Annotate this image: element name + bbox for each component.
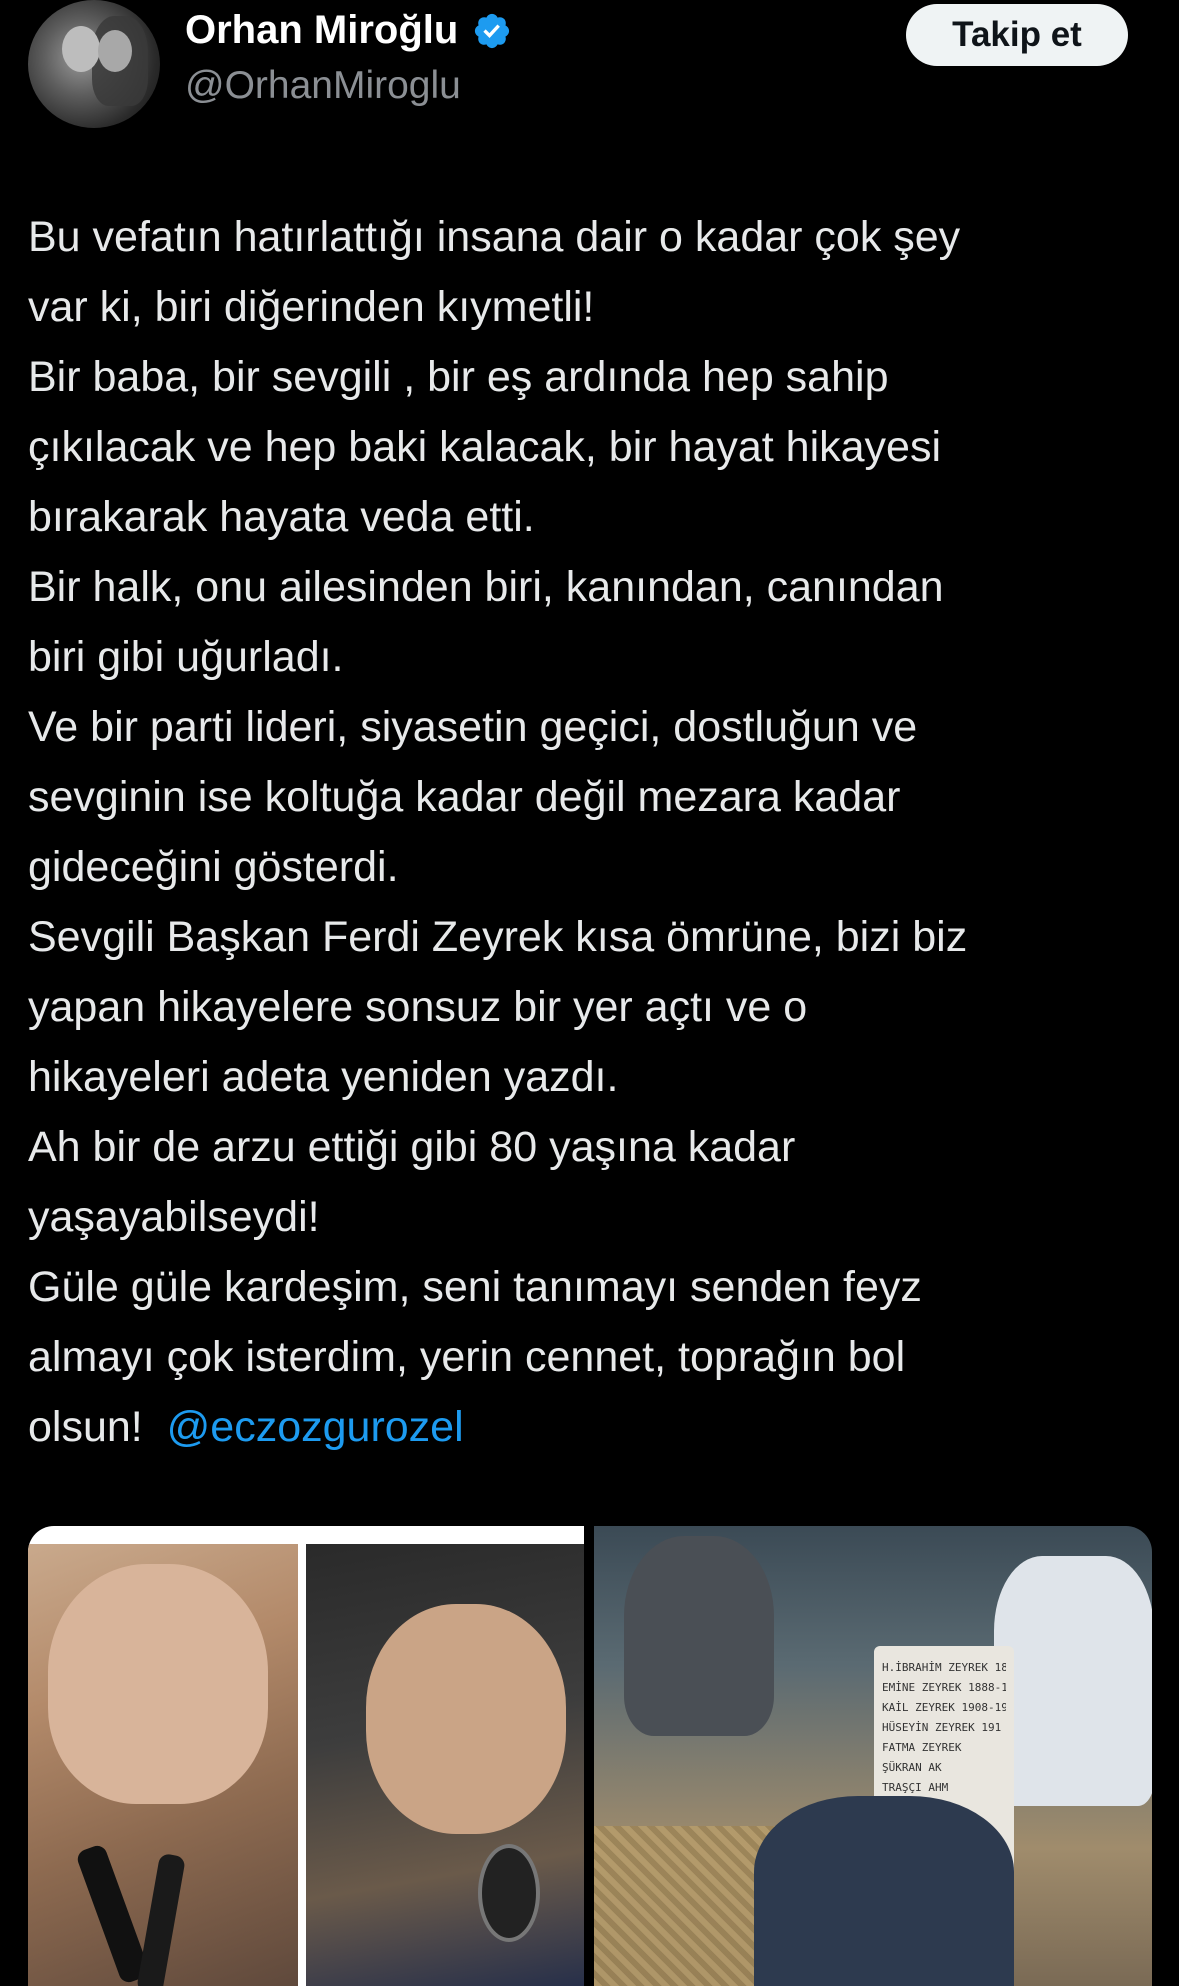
avatar[interactable] xyxy=(28,0,160,128)
tweet-line: sevginin ise koltuğa kadar değil mezara … xyxy=(28,773,901,821)
gravestone-line: EMİNE ZEYREK 1888-195 xyxy=(882,1681,1006,1694)
tweet-line: gideceğini gösterdi. xyxy=(28,843,399,891)
user-handle[interactable]: @OrhanMiroglu xyxy=(185,64,461,108)
tweet-header: Orhan Miroğlu @OrhanMiroglu Takip et xyxy=(0,0,1179,140)
microphone-shape xyxy=(136,1852,186,1986)
microphone-shape xyxy=(74,1843,152,1985)
photo-face xyxy=(48,1564,268,1804)
tweet-line: çıkılacak ve hep baki kalacak, bir hayat… xyxy=(28,423,942,471)
photo-person xyxy=(754,1796,1014,1986)
follow-button[interactable]: Takip et xyxy=(906,4,1128,66)
gravestone-line: KAİL ZEYREK 1908-195 xyxy=(882,1701,1006,1714)
photo-speaking-woman xyxy=(306,1544,584,1986)
tweet-line-last-text: olsun! xyxy=(28,1403,167,1451)
tweet-line: bırakarak hayata veda etti. xyxy=(28,493,535,541)
gravestone-line: FATMA ZEYREK xyxy=(882,1741,962,1754)
tweet-media[interactable]: H.İBRAHİM ZEYREK 1895-19 EMİNE ZEYREK 18… xyxy=(28,1526,1152,1986)
photo-face xyxy=(366,1604,566,1834)
tweet-line: Ve bir parti lideri, siyasetin geçici, d… xyxy=(28,703,918,751)
tweet-line: hikayeleri adeta yeniden yazdı. xyxy=(28,1053,619,1101)
photo-person xyxy=(624,1536,774,1736)
photo-person xyxy=(994,1556,1152,1806)
display-name[interactable]: Orhan Miroğlu xyxy=(185,8,512,53)
display-name-text[interactable]: Orhan Miroğlu xyxy=(185,8,458,53)
media-photo-left[interactable] xyxy=(28,1526,584,1986)
tweet-line: biri gibi uğurladı. xyxy=(28,633,344,681)
avatar-face-1 xyxy=(62,26,100,72)
tweet-line: Bir halk, onu ailesinden biri, kanından,… xyxy=(28,563,944,611)
media-photo-right[interactable]: H.İBRAHİM ZEYREK 1895-19 EMİNE ZEYREK 18… xyxy=(594,1526,1152,1986)
tweet-line: yapan hikayelere sonsuz bir yer açtı ve … xyxy=(28,983,808,1031)
gravestone-line: TRAŞÇI AHM xyxy=(882,1781,949,1794)
microphone-shape xyxy=(478,1844,540,1942)
tweet-line: Sevgili Başkan Ferdi Zeyrek kısa ömrüne,… xyxy=(28,913,968,961)
tweet-line: var ki, biri diğerinden kıymetli! xyxy=(28,283,595,331)
photo-crying-woman xyxy=(28,1544,298,1986)
tweet-line: Güle güle kardeşim, seni tanımayı senden… xyxy=(28,1263,922,1311)
gravestone-line: H.İBRAHİM ZEYREK 1895-19 xyxy=(882,1661,1006,1674)
tweet-line: Ah bir de arzu ettiği gibi 80 yaşına kad… xyxy=(28,1123,796,1171)
verified-badge-icon xyxy=(475,13,510,48)
gravestone-line: HÜSEYİN ZEYREK 191 xyxy=(882,1721,1002,1734)
tweet-line-last: olsun! @eczozgurozel xyxy=(28,1392,1158,1462)
gravestone-line: ŞÜKRAN AK xyxy=(882,1761,942,1774)
tweet-line: Bir baba, bir sevgili , bir eş ardında h… xyxy=(28,353,889,401)
tweet-text: Bu vefatın hatırlattığı insana dair o ka… xyxy=(28,202,1158,1462)
tweet-line: yaşayabilseydi! xyxy=(28,1193,320,1241)
tweet-line: Bu vefatın hatırlattığı insana dair o ka… xyxy=(28,213,961,261)
mention-link[interactable]: @eczozgurozel xyxy=(167,1403,464,1451)
tweet-line: almayı çok isterdim, yerin cennet, topra… xyxy=(28,1333,906,1381)
avatar-face-2 xyxy=(98,30,132,72)
